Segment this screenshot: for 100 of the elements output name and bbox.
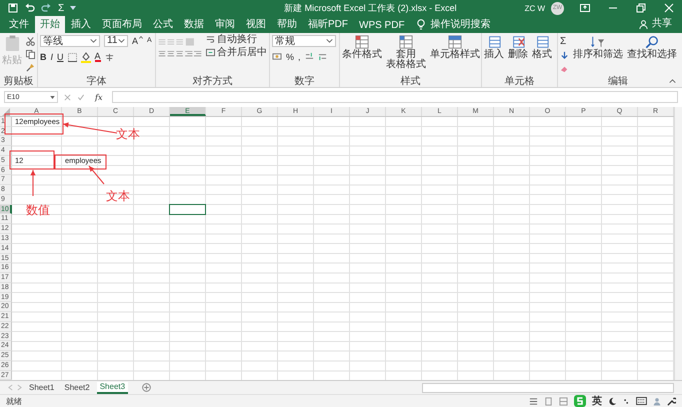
collapse-ribbon-icon[interactable] <box>669 78 676 83</box>
style-button[interactable]: 单元格样式 <box>430 50 480 60</box>
insert-function-button[interactable]: fx <box>95 92 102 102</box>
annotation-label: 文本 <box>106 188 130 203</box>
format-button[interactable]: I <box>50 52 54 62</box>
sort-filter-icon <box>591 34 605 49</box>
sheet-tab[interactable]: Sheet2 <box>61 382 93 394</box>
redo-icon[interactable] <box>41 3 52 14</box>
vertical-scrollbar[interactable] <box>674 106 682 380</box>
font-color-button[interactable]: A <box>94 52 101 62</box>
style-button[interactable]: 条件格式 <box>342 50 382 60</box>
save-icon[interactable] <box>8 3 18 14</box>
ribbon-tab[interactable]: WPS PDF <box>354 18 410 33</box>
wrap-text-button[interactable]: 自动换行 <box>206 34 267 45</box>
caret-up-icon <box>139 36 144 40</box>
number-format-dropdown[interactable]: 常规 <box>272 34 336 47</box>
sort-filter-button[interactable]: 排序和筛选 <box>573 50 623 60</box>
format-button[interactable]: U <box>57 52 64 62</box>
page-break-icon[interactable] <box>559 396 568 406</box>
chevron-icon <box>326 38 333 43</box>
group-label: 样式 <box>400 76 420 87</box>
arrow <box>30 169 36 196</box>
find-select-button[interactable]: 查找和选择 <box>627 50 677 60</box>
ribbon-tab[interactable]: 福昕PDF <box>303 16 353 33</box>
add-sheet-icon[interactable] <box>142 383 152 392</box>
selected-cell[interactable] <box>169 204 206 215</box>
ribbon-tab[interactable]: 数据 <box>179 16 209 33</box>
punctuation-icon[interactable] <box>623 396 630 406</box>
ribbon-tab[interactable]: 插入 <box>66 16 96 33</box>
merge-center-button[interactable]: 合并后居中 <box>206 48 267 58</box>
share-button[interactable]: 共享 <box>649 16 678 33</box>
chevron-icon <box>90 38 97 43</box>
highlight-box <box>4 113 64 134</box>
group-label: 数字 <box>294 76 314 87</box>
currency-icon[interactable] <box>272 52 282 62</box>
autosum-button[interactable]: Σ <box>560 36 569 47</box>
group-label: 对齐方式 <box>192 76 232 87</box>
font-name-dropdown[interactable]: 等线 <box>40 34 100 47</box>
ribbon-display-icon[interactable] <box>580 4 590 12</box>
status-text: 就绪 <box>6 396 22 407</box>
group-label: 编辑 <box>608 76 628 87</box>
search-icon <box>645 34 659 49</box>
person-icon <box>639 20 648 30</box>
user-name: ZC W <box>524 4 545 13</box>
copy-icon[interactable] <box>26 50 35 59</box>
merge-icon <box>206 48 215 58</box>
highlight-box <box>54 154 106 170</box>
group-label: 单元格 <box>504 76 534 87</box>
keyboard-icon[interactable] <box>636 397 647 406</box>
ribbon-tab[interactable]: 视图 <box>241 16 271 33</box>
caret-icon[interactable] <box>70 6 76 10</box>
horizontal-scrollbar[interactable] <box>422 382 674 393</box>
cells-button[interactable]: 插入 <box>484 50 504 60</box>
chevron-icon <box>118 38 125 43</box>
ribbon-tab[interactable]: 文件 <box>4 16 34 33</box>
scissors-icon[interactable] <box>26 36 35 46</box>
check-icon[interactable] <box>77 94 85 101</box>
annotation-label: 数值 <box>26 202 50 217</box>
fill-down-icon[interactable] <box>560 50 569 60</box>
group-label: 字体 <box>86 76 106 87</box>
ime-language-indicator[interactable]: 英 <box>592 394 602 407</box>
caret-icon <box>50 96 55 99</box>
window-title: 新建 Microsoft Excel 工作表 (2).xlsx - Excel <box>283 2 458 15</box>
restore-icon[interactable] <box>636 3 646 14</box>
undo-icon[interactable] <box>24 3 35 14</box>
page-layout-icon[interactable] <box>544 396 553 406</box>
cells-button[interactable]: 删除 <box>508 50 528 60</box>
moon-icon[interactable] <box>608 396 617 406</box>
ribbon-tab[interactable]: 开始 <box>35 16 65 33</box>
close-icon[interactable] <box>664 3 674 14</box>
normal-view-icon[interactable] <box>529 396 538 406</box>
phonetic-icon[interactable] <box>104 52 114 62</box>
group-label: 剪贴板 <box>4 76 34 87</box>
sheet-tab[interactable]: Sheet1 <box>26 382 58 394</box>
lightbulb-icon <box>416 19 425 30</box>
tell-me-search[interactable]: 操作说明搜索 <box>426 16 496 33</box>
formula-input[interactable] <box>112 91 678 104</box>
ribbon-tab[interactable]: 公式 <box>148 16 178 33</box>
increase-decimal-icon[interactable] <box>304 52 314 62</box>
fill-color-icon[interactable] <box>80 52 91 63</box>
sheet-tab[interactable]: Sheet3 <box>96 382 128 394</box>
highlight-box <box>10 150 54 170</box>
annotation-label: 文本 <box>116 126 140 141</box>
decrease-decimal-icon[interactable] <box>318 52 327 62</box>
brush-icon[interactable] <box>26 62 35 72</box>
comma-button[interactable]: , <box>298 52 301 62</box>
border-icon[interactable] <box>68 52 77 62</box>
wrench-icon[interactable] <box>667 396 676 406</box>
cells-button[interactable]: 格式 <box>532 50 552 60</box>
style-button[interactable]: 套用 表格格式 <box>386 50 426 70</box>
arrow <box>88 165 104 184</box>
increase-font-button[interactable]: A <box>132 36 138 46</box>
ribbon-tab[interactable]: 审阅 <box>210 16 240 33</box>
autosum-button[interactable]: Σ <box>58 2 64 14</box>
percent-button[interactable]: % <box>286 52 294 62</box>
ribbon-tab[interactable]: 页面布局 <box>97 16 147 33</box>
wrap-icon <box>206 35 215 44</box>
format-button[interactable]: B <box>40 52 46 62</box>
ribbon-tab[interactable]: 帮助 <box>272 16 302 33</box>
font-size-dropdown[interactable]: 11 <box>104 34 128 47</box>
